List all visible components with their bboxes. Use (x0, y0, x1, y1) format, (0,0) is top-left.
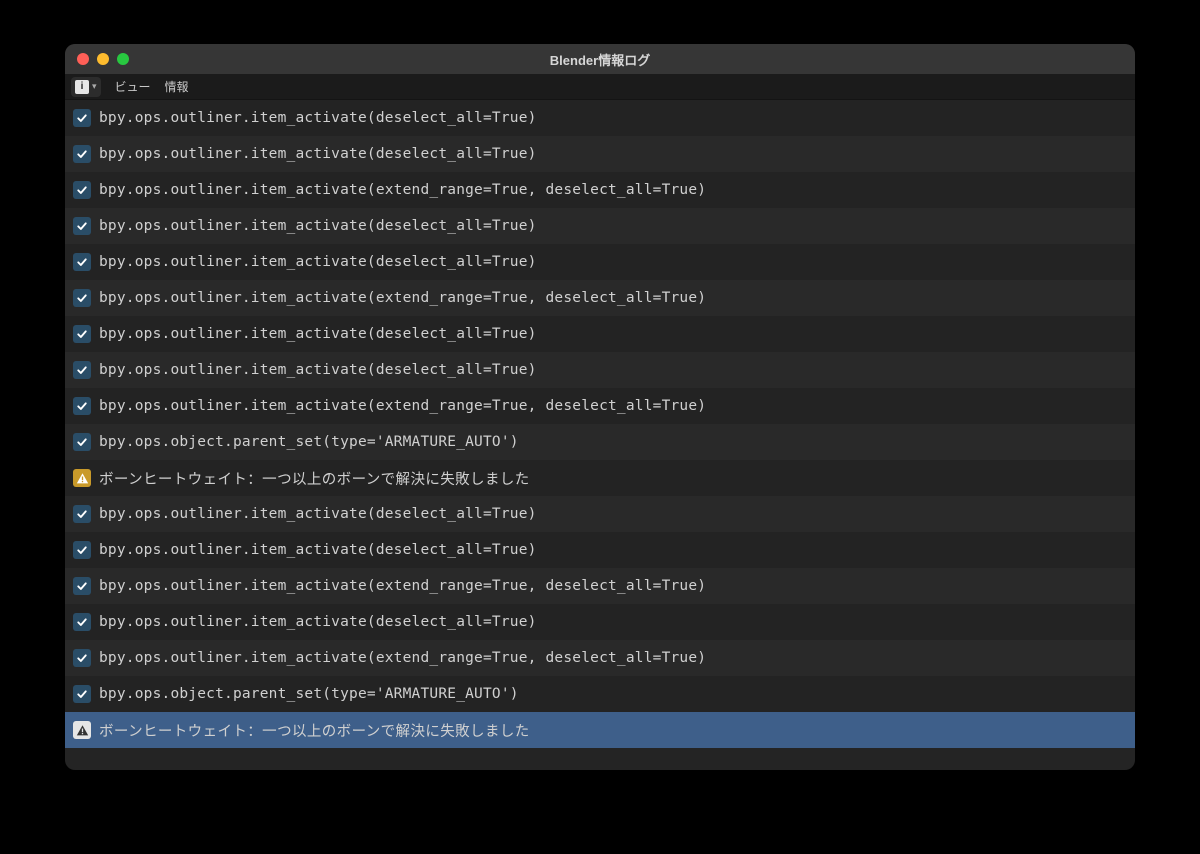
info-editor-icon: i (75, 80, 89, 94)
log-text: bpy.ops.outliner.item_activate(deselect_… (99, 146, 537, 162)
log-row[interactable]: bpy.ops.object.parent_set(type='ARMATURE… (65, 424, 1135, 460)
warning-icon (73, 469, 91, 487)
check-icon (73, 505, 91, 523)
log-row[interactable]: bpy.ops.outliner.item_activate(extend_ra… (65, 388, 1135, 424)
log-text: bpy.ops.outliner.item_activate(extend_ra… (99, 578, 706, 594)
log-text: bpy.ops.outliner.item_activate(deselect_… (99, 506, 537, 522)
check-icon (73, 649, 91, 667)
log-text: bpy.ops.outliner.item_activate(deselect_… (99, 110, 537, 126)
log-row[interactable]: bpy.ops.outliner.item_activate(deselect_… (65, 316, 1135, 352)
log-text: ボーンヒートウェイト：一つ以上のボーンで解決に失敗しました (99, 468, 530, 489)
menu-view[interactable]: ビュー (115, 78, 151, 95)
log-text: bpy.ops.outliner.item_activate(deselect_… (99, 326, 537, 342)
log-row[interactable]: bpy.ops.outliner.item_activate(deselect_… (65, 208, 1135, 244)
check-icon (73, 253, 91, 271)
log-row[interactable]: bpy.ops.outliner.item_activate(deselect_… (65, 352, 1135, 388)
log-text: bpy.ops.outliner.item_activate(deselect_… (99, 362, 537, 378)
log-row[interactable]: bpy.ops.object.parent_set(type='ARMATURE… (65, 676, 1135, 712)
log-text: bpy.ops.outliner.item_activate(deselect_… (99, 614, 537, 630)
titlebar[interactable]: Blender情報ログ (65, 44, 1135, 74)
log-row[interactable]: bpy.ops.outliner.item_activate(deselect_… (65, 136, 1135, 172)
minimize-button[interactable] (97, 53, 109, 65)
app-window: Blender情報ログ i ▾ ビュー 情報 bpy.ops.outliner.… (65, 44, 1135, 770)
log-row[interactable]: bpy.ops.outliner.item_activate(extend_ra… (65, 640, 1135, 676)
check-icon (73, 109, 91, 127)
toolbar: i ▾ ビュー 情報 (65, 74, 1135, 100)
log-row[interactable]: bpy.ops.outliner.item_activate(deselect_… (65, 604, 1135, 640)
log-row[interactable]: bpy.ops.outliner.item_activate(deselect_… (65, 496, 1135, 532)
menu-info[interactable]: 情報 (165, 78, 189, 95)
log-row[interactable]: ボーンヒートウェイト：一つ以上のボーンで解決に失敗しました (65, 460, 1135, 496)
log-text: bpy.ops.outliner.item_activate(deselect_… (99, 254, 537, 270)
log-text: bpy.ops.outliner.item_activate(extend_ra… (99, 650, 706, 666)
window-title: Blender情報ログ (65, 50, 1135, 69)
log-row[interactable]: bpy.ops.outliner.item_activate(deselect_… (65, 100, 1135, 136)
check-icon (73, 289, 91, 307)
warning-icon (73, 721, 91, 739)
check-icon (73, 397, 91, 415)
check-icon (73, 181, 91, 199)
log-text: bpy.ops.outliner.item_activate(deselect_… (99, 218, 537, 234)
log-text: bpy.ops.outliner.item_activate(extend_ra… (99, 398, 706, 414)
zoom-button[interactable] (117, 53, 129, 65)
editor-type-selector[interactable]: i ▾ (71, 77, 101, 97)
check-icon (73, 145, 91, 163)
log-text: bpy.ops.outliner.item_activate(deselect_… (99, 542, 537, 558)
log-text: bpy.ops.outliner.item_activate(extend_ra… (99, 290, 706, 306)
check-icon (73, 541, 91, 559)
check-icon (73, 577, 91, 595)
log-list[interactable]: bpy.ops.outliner.item_activate(deselect_… (65, 100, 1135, 770)
log-row[interactable]: ボーンヒートウェイト：一つ以上のボーンで解決に失敗しました (65, 712, 1135, 748)
check-icon (73, 433, 91, 451)
log-text: bpy.ops.outliner.item_activate(extend_ra… (99, 182, 706, 198)
close-button[interactable] (77, 53, 89, 65)
check-icon (73, 325, 91, 343)
log-row[interactable]: bpy.ops.outliner.item_activate(extend_ra… (65, 568, 1135, 604)
log-text: bpy.ops.object.parent_set(type='ARMATURE… (99, 434, 519, 450)
log-row[interactable]: bpy.ops.outliner.item_activate(deselect_… (65, 244, 1135, 280)
check-icon (73, 361, 91, 379)
check-icon (73, 613, 91, 631)
log-text: ボーンヒートウェイト：一つ以上のボーンで解決に失敗しました (99, 720, 530, 741)
log-row[interactable]: bpy.ops.outliner.item_activate(extend_ra… (65, 172, 1135, 208)
traffic-lights (77, 53, 129, 65)
check-icon (73, 217, 91, 235)
log-text: bpy.ops.object.parent_set(type='ARMATURE… (99, 686, 519, 702)
log-row[interactable]: bpy.ops.outliner.item_activate(extend_ra… (65, 280, 1135, 316)
check-icon (73, 685, 91, 703)
chevron-down-icon: ▾ (92, 81, 97, 92)
log-row[interactable]: bpy.ops.outliner.item_activate(deselect_… (65, 532, 1135, 568)
